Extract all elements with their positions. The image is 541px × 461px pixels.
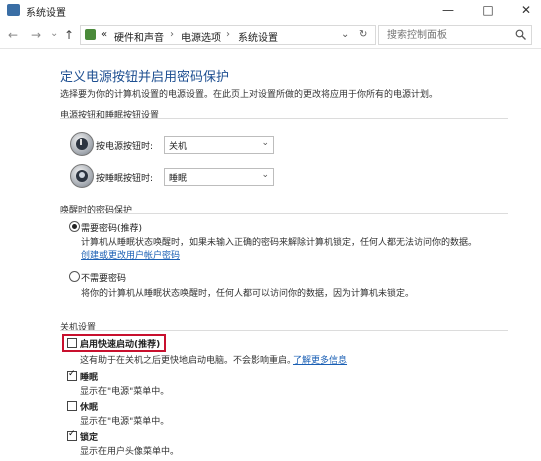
search-box[interactable] [378, 25, 532, 45]
power-button-icon [70, 132, 94, 156]
control-panel-icon [7, 4, 20, 16]
change-password-link[interactable]: 创建或更改用户帐户密码 [81, 248, 180, 261]
wake-password-heading: 唤醒时的密码保护 [60, 206, 133, 216]
divider [60, 118, 508, 119]
search-icon[interactable] [515, 29, 526, 40]
fast-startup-label[interactable]: 启用快速启动(推荐) [80, 337, 160, 350]
minimize-button[interactable]: — [433, 0, 463, 20]
power-button-value: 关机 [169, 142, 188, 152]
title-bar: 系统设置 — □ ✕ [0, 0, 541, 20]
power-button-select[interactable]: 关机 ⌄ [164, 136, 274, 154]
sleep-button-select[interactable]: 睡眠 ⌄ [164, 168, 274, 186]
require-password-radio[interactable] [69, 221, 80, 232]
maximize-button[interactable]: □ [473, 0, 503, 20]
hibernate-label[interactable]: 休眠 [80, 400, 98, 413]
chevron-down-icon[interactable]: ⌄ [341, 29, 349, 40]
chevron-down-icon: ⌄ [261, 170, 269, 180]
hibernate-checkbox[interactable] [67, 401, 77, 411]
back-button[interactable]: ← [8, 28, 18, 42]
address-path[interactable]: « 硬件和声音 › 电源选项 › 系统设置 ⌄ ↻ [80, 25, 376, 45]
sleep-button-value: 睡眠 [169, 174, 188, 184]
control-panel-small-icon [85, 29, 96, 40]
lock-checkbox[interactable] [67, 429, 77, 441]
up-button[interactable]: ↑ [64, 28, 74, 42]
divider [60, 213, 508, 214]
page-title: 定义电源按钮并启用密码保护 [60, 70, 230, 85]
breadcrumb-separator: › [170, 29, 174, 40]
fast-startup-checkbox[interactable] [67, 338, 77, 348]
no-password-radio[interactable] [69, 271, 80, 282]
sleep-button-label: 按睡眠按钮时: [96, 174, 154, 184]
page-description: 选择要为你的计算机设置的电源设置。在此页上对设置所做的更改将应用于你所有的电源计… [60, 90, 439, 100]
breadcrumb-system-settings[interactable]: 系统设置 [238, 29, 278, 44]
window-title: 系统设置 [26, 8, 66, 19]
divider [60, 330, 508, 331]
sleep-label[interactable]: 睡眠 [80, 370, 98, 383]
moon-icon [79, 172, 85, 178]
chevron-down-icon: ⌄ [261, 138, 269, 148]
close-button[interactable]: ✕ [511, 0, 541, 20]
sleep-description: 显示在"电源"菜单中。 [80, 387, 170, 397]
power-buttons-heading: 电源按钮和睡眠按钮设置 [60, 111, 160, 121]
no-password-label[interactable]: 不需要密码 [81, 271, 126, 284]
address-bar: ← → ⌄ ↑ « 硬件和声音 › 电源选项 › 系统设置 ⌄ ↻ [0, 22, 541, 49]
breadcrumb-hardware-sound[interactable]: 硬件和声音 [114, 29, 164, 44]
no-password-description: 将你的计算机从睡眠状态唤醒时，任何人都可以访问你的数据，因为计算机未锁定。 [81, 289, 415, 299]
require-password-description: 计算机从睡眠状态唤醒时，如果未输入正确的密码来解除计算机锁定，任何人都无法访问你… [81, 238, 478, 248]
search-input[interactable] [385, 26, 519, 44]
power-button-label: 按电源按钮时: [96, 142, 154, 152]
forward-button[interactable]: → [31, 28, 41, 42]
recent-locations-dropdown[interactable]: ⌄ [50, 28, 58, 39]
require-password-label[interactable]: 需要密码(推荐) [81, 221, 142, 234]
lock-description: 显示在用户头像菜单中。 [80, 447, 180, 457]
breadcrumb-power-options[interactable]: 电源选项 [181, 29, 221, 44]
sleep-checkbox[interactable] [67, 369, 77, 381]
breadcrumb-separator: › [226, 29, 230, 40]
lock-label[interactable]: 锁定 [80, 430, 98, 443]
refresh-button[interactable]: ↻ [359, 29, 367, 40]
sleep-button-icon [70, 164, 94, 188]
breadcrumb-overflow[interactable]: « [101, 29, 107, 40]
learn-more-link[interactable]: 了解更多信息 [293, 353, 347, 366]
fast-startup-description: 这有助于在关机之后更快地启动电脑。不会影响重启。 [80, 356, 297, 366]
hibernate-description: 显示在"电源"菜单中。 [80, 417, 170, 427]
shutdown-heading: 关机设置 [60, 323, 97, 333]
